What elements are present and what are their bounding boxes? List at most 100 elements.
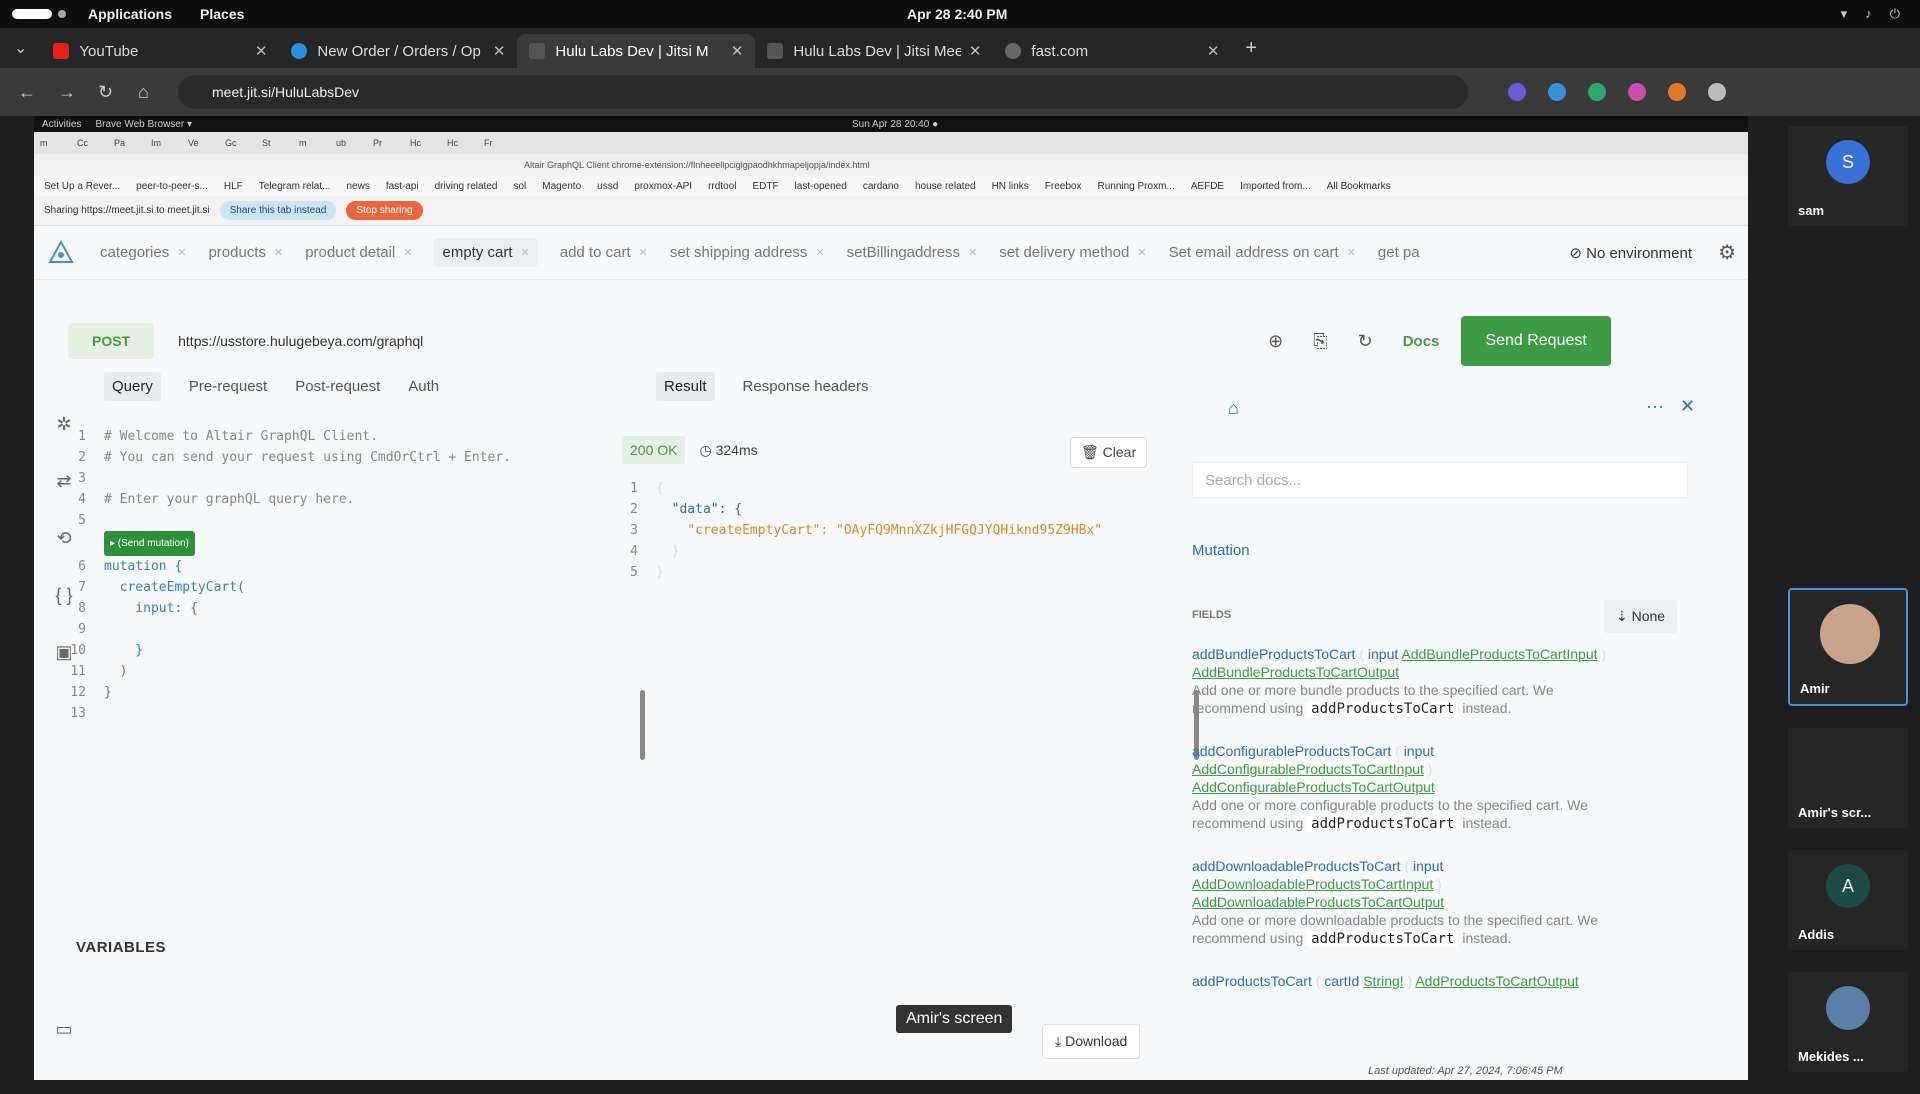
- code-line: 11 ): [70, 664, 128, 679]
- close-icon[interactable]: ✕: [255, 42, 268, 60]
- query-panel-tabs: Query Pre-request Post-request Auth: [104, 372, 439, 401]
- altair-query-tabs: categories ✕ products ✕ product detail ✕ em…: [34, 226, 1748, 280]
- result-text: }: [656, 544, 680, 559]
- browser-tab-jitsi-active[interactable]: Hulu Labs Dev | Jitsi M ✕: [517, 34, 756, 68]
- grammarly-icon[interactable]: [1588, 83, 1606, 101]
- bookmark: HLF: [223, 180, 243, 192]
- profile-icon[interactable]: [1708, 83, 1726, 101]
- bookmark: house related: [914, 180, 976, 192]
- bookmark: All Bookmarks: [1326, 180, 1391, 192]
- participant-tile[interactable]: A Addis: [1788, 850, 1908, 950]
- avatar: [1820, 604, 1880, 664]
- extension-icon[interactable]: [1508, 83, 1526, 101]
- query-tab-label: products: [208, 244, 266, 261]
- field-arg-type: AddDownloadableProductsToCartInput: [1192, 876, 1434, 892]
- result-viewer: 1{ 2 "data": { 3 "createEmptyCart": "OAy…: [620, 478, 1102, 583]
- shared-activities: Activities: [42, 118, 82, 130]
- bookmark: last-opened: [794, 180, 847, 192]
- result-line: 3 "createEmptyCart": "OAyFQ9MnnXZkjHFGQJ…: [630, 523, 1103, 538]
- browser-tab-jitsi[interactable]: Hulu Labs Dev | Jitsi Meet ✕: [755, 34, 993, 68]
- system-clock[interactable]: Apr 28 2:40 PM: [907, 6, 1007, 22]
- field-arg: input: [1367, 646, 1399, 662]
- bookmark: Freebox: [1044, 180, 1082, 192]
- jitsi-icon: [529, 43, 546, 59]
- participant-tile[interactable]: Ssam: [1788, 126, 1908, 226]
- forward-icon[interactable]: →: [58, 82, 80, 103]
- field-name: addConfigurableProductsToCart: [1192, 743, 1392, 759]
- extension-icon[interactable]: [1548, 83, 1566, 101]
- participant-tile[interactable]: Mekides ...: [1788, 972, 1908, 1072]
- sort-button: ⇣ None: [1604, 600, 1678, 633]
- field-arg-type: String!: [1363, 973, 1404, 989]
- close-icon: ✕: [1137, 247, 1147, 259]
- send-mutation-button: ▸ (Send mutation): [104, 531, 195, 556]
- extension-icon[interactable]: [1668, 83, 1686, 101]
- close-icon: ✕: [273, 247, 284, 259]
- code-text: }: [104, 643, 144, 658]
- wifi-icon[interactable]: ▾: [1841, 6, 1848, 22]
- query-tab-selected: empty cart ✕: [434, 238, 538, 267]
- close-icon[interactable]: ✕: [493, 42, 506, 60]
- query-tab: set delivery method ✕: [999, 244, 1146, 261]
- bookmark: peer-to-peer-s...: [136, 180, 208, 192]
- browser-tab-fast[interactable]: fast.com ✕: [993, 34, 1231, 68]
- shared-tab: ub: [336, 138, 347, 148]
- field-name: addDownloadableProductsToCart: [1192, 858, 1401, 874]
- close-icon[interactable]: ✕: [731, 42, 744, 60]
- participant-tile[interactable]: Amir: [1788, 588, 1908, 706]
- tab-title: Hulu Labs Dev | Jitsi Meet: [793, 42, 961, 60]
- back-icon[interactable]: ←: [18, 82, 40, 103]
- browser-tab-orders[interactable]: New Order / Orders / Op ✕: [279, 34, 517, 68]
- field-arg: cartId: [1324, 973, 1360, 989]
- bookmark: driving related: [434, 180, 498, 192]
- home-icon[interactable]: ⌂: [138, 82, 160, 103]
- new-tab-button[interactable]: +: [1245, 37, 1257, 60]
- reload-icon[interactable]: ↻: [98, 82, 120, 103]
- bookmark: fast-api: [385, 180, 419, 192]
- field-arg: input: [1413, 858, 1444, 874]
- response-status: 200 OK ◷ 324ms: [622, 436, 758, 464]
- power-icon[interactable]: ⏻: [1890, 6, 1900, 22]
- tab-title: YouTube: [79, 42, 139, 60]
- query-tab-label: setBillingaddress: [846, 244, 961, 261]
- field-return-type: AddProductsToCartOutput: [1415, 973, 1579, 989]
- code-text: # Enter your graphQL query here.: [104, 492, 355, 507]
- url-text: meet.jit.si/HuluLabsDev: [212, 84, 360, 100]
- menu-places[interactable]: Places: [200, 6, 244, 22]
- field-code: addProductsToCart: [1307, 701, 1459, 717]
- tab-list-icon[interactable]: ⌄: [14, 38, 27, 58]
- orders-icon: [291, 43, 308, 59]
- query-tab: set shipping address ✕: [670, 244, 825, 261]
- participant-name: Amir: [1800, 681, 1830, 696]
- status-badge: 200 OK: [622, 436, 686, 464]
- participant-name: Amir's scr...: [1798, 805, 1872, 820]
- shared-tab: Pr: [373, 138, 382, 148]
- browser-tab-youtube[interactable]: YouTube ✕: [41, 34, 279, 68]
- close-icon[interactable]: ✕: [1207, 42, 1220, 60]
- close-icon[interactable]: ✕: [969, 42, 982, 60]
- result-text: }: [656, 565, 664, 580]
- system-tray[interactable]: ▾ ♪ ⏻: [1841, 6, 1900, 22]
- menu-applications[interactable]: Applications: [88, 6, 172, 22]
- query-tab-label: add to cart: [559, 244, 631, 261]
- tab-post-request: Post-request: [295, 378, 381, 395]
- tab-title: Hulu Labs Dev | Jitsi M: [555, 42, 709, 60]
- url-field[interactable]: meet.jit.si/HuluLabsDev: [178, 75, 1468, 109]
- extension-icon[interactable]: [1628, 83, 1646, 101]
- participant-name: sam: [1798, 203, 1825, 218]
- pane-resize-handle: [640, 690, 645, 760]
- shared-bookmarks-bar: Set Up a Rever... peer-to-peer-s... HLF Tel…: [34, 176, 1748, 196]
- activities-indicator[interactable]: [12, 9, 52, 19]
- code-text: mutation {: [104, 559, 183, 574]
- participant-tile[interactable]: Amir's scr...: [1788, 728, 1908, 828]
- code-line: 3: [78, 471, 86, 486]
- result-line: 1{: [630, 481, 664, 496]
- volume-icon[interactable]: ♪: [1865, 6, 1872, 22]
- send-request-button: Send Request: [1461, 316, 1611, 366]
- code-line: 12}: [70, 685, 112, 700]
- code-line: 6 mutation {: [78, 559, 183, 574]
- query-tab-label: product detail: [305, 244, 396, 261]
- code-line: 7 createEmptyCart(: [78, 580, 245, 595]
- shared-tab: Cc: [77, 138, 88, 148]
- close-icon: ✕: [1680, 396, 1696, 416]
